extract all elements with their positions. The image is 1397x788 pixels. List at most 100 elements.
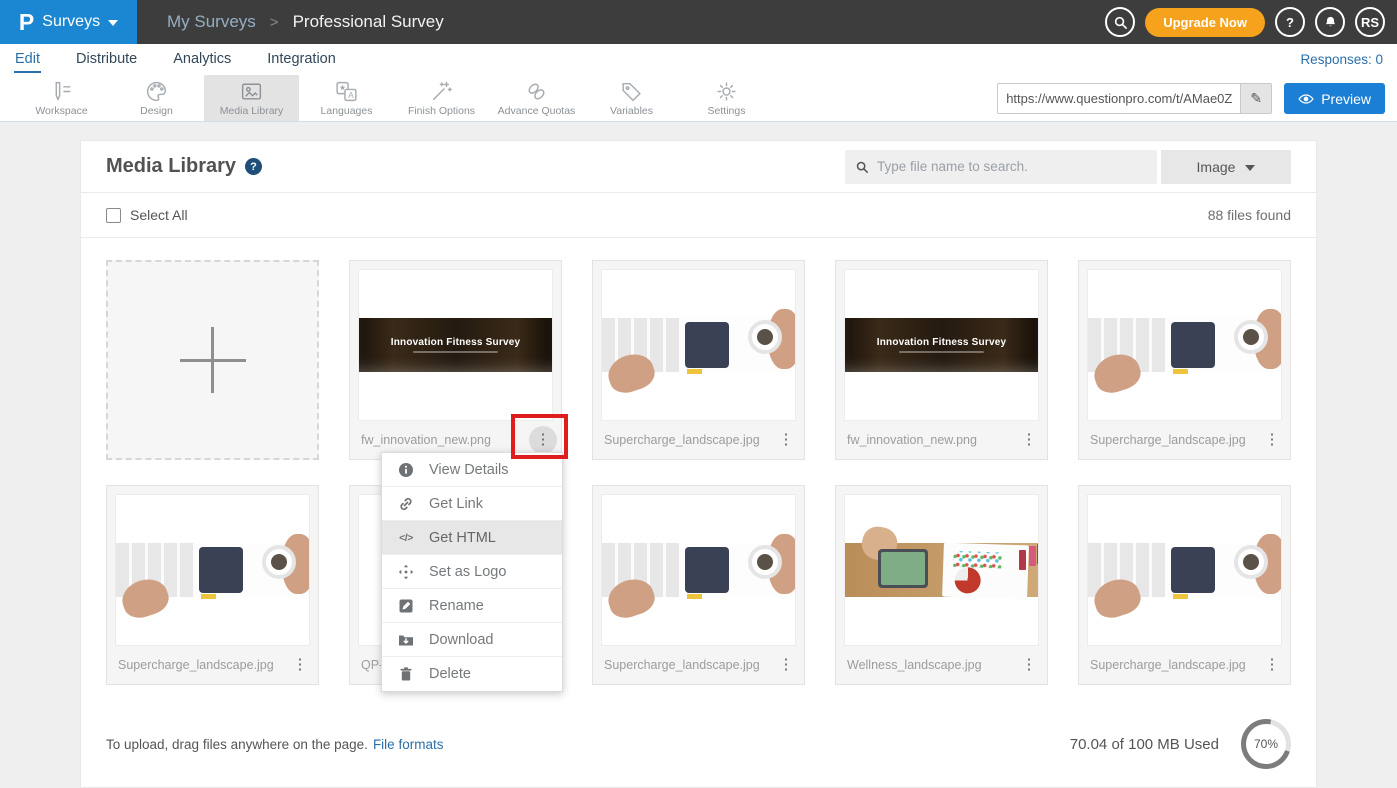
gear-icon bbox=[714, 79, 739, 104]
info-icon bbox=[397, 462, 415, 478]
surveys-app-menu[interactable]: P Surveys bbox=[0, 0, 137, 44]
avatar-initials: RS bbox=[1361, 15, 1379, 30]
upload-add-tile[interactable] bbox=[106, 260, 319, 460]
menu-item-rename[interactable]: Rename bbox=[382, 589, 562, 623]
menu-item-delete[interactable]: Delete bbox=[382, 657, 562, 691]
file-name: Supercharge_landscape.jpg bbox=[118, 658, 274, 672]
file-search-input[interactable] bbox=[877, 159, 1147, 174]
select-all-row: Select All 88 files found bbox=[81, 193, 1316, 238]
eye-icon bbox=[1298, 93, 1314, 105]
question-mark-icon: ? bbox=[1286, 15, 1294, 30]
tab-analytics[interactable]: Analytics bbox=[172, 46, 232, 73]
media-thumbnail[interactable] bbox=[115, 494, 310, 646]
card-footer: Supercharge_landscape.jpg ⋮ bbox=[593, 646, 804, 684]
toolbar-item-design[interactable]: Design bbox=[109, 75, 204, 121]
search-icon bbox=[1113, 15, 1128, 30]
storage-area: 70.04 of 100 MB Used 70% bbox=[1070, 719, 1291, 769]
toolbar-item-workspace[interactable]: Workspace bbox=[14, 75, 109, 121]
menu-item-get-link[interactable]: Get Link bbox=[382, 487, 562, 521]
media-library-panel: Media Library ? Image Select All 88 file… bbox=[80, 140, 1317, 788]
media-grid: Innovation Fitness Survey fw_innovation_… bbox=[81, 238, 1316, 685]
tab-edit[interactable]: Edit bbox=[14, 46, 41, 73]
media-card: Supercharge_landscape.jpg ⋮ bbox=[592, 485, 805, 685]
svg-text:A: A bbox=[348, 90, 354, 100]
media-thumbnail[interactable] bbox=[601, 494, 796, 646]
file-name: Supercharge_landscape.jpg bbox=[604, 433, 760, 447]
thumbnail-image bbox=[1088, 543, 1281, 597]
trash-icon bbox=[397, 666, 415, 682]
library-controls: Image bbox=[845, 150, 1291, 184]
media-thumbnail[interactable] bbox=[1087, 269, 1282, 421]
survey-url-input[interactable] bbox=[998, 84, 1240, 113]
tab-distribute[interactable]: Distribute bbox=[75, 46, 138, 73]
user-avatar[interactable]: RS bbox=[1355, 7, 1385, 37]
plus-icon bbox=[180, 327, 246, 393]
toolbar-item-finish-options[interactable]: Finish Options bbox=[394, 75, 489, 121]
file-name: Supercharge_landscape.jpg bbox=[604, 658, 760, 672]
kebab-menu-button[interactable]: ⋮ bbox=[286, 651, 314, 679]
card-footer: Supercharge_landscape.jpg ⋮ bbox=[1079, 421, 1290, 459]
menu-item-set-as-logo[interactable]: Set as Logo bbox=[382, 555, 562, 589]
app-menu-label: Surveys bbox=[42, 13, 100, 31]
media-thumbnail[interactable]: Innovation Fitness Survey bbox=[358, 269, 553, 421]
languages-icon: A bbox=[334, 79, 359, 104]
kebab-menu-button[interactable]: ⋮ bbox=[1015, 651, 1043, 679]
preview-button[interactable]: Preview bbox=[1284, 83, 1385, 114]
media-thumbnail[interactable]: Innovation Fitness Survey bbox=[844, 269, 1039, 421]
magic-wand-icon bbox=[429, 79, 454, 104]
menu-item-download[interactable]: Download bbox=[382, 623, 562, 657]
media-card: Supercharge_landscape.jpg ⋮ bbox=[106, 485, 319, 685]
thumbnail-image bbox=[845, 543, 1038, 597]
kebab-menu-button[interactable]: ⋮ bbox=[1015, 426, 1043, 454]
select-all-label: Select All bbox=[130, 207, 188, 223]
edit-url-button[interactable]: ✎ bbox=[1240, 84, 1271, 113]
file-name: Supercharge_landscape.jpg bbox=[1090, 433, 1246, 447]
kebab-menu-button[interactable]: ⋮ bbox=[772, 651, 800, 679]
responses-count[interactable]: Responses: 0 bbox=[1300, 52, 1383, 67]
toolbar-item-variables[interactable]: Variables bbox=[584, 75, 679, 121]
media-card: Supercharge_landscape.jpg ⋮ bbox=[592, 260, 805, 460]
toolbar-item-media-library[interactable]: Media Library bbox=[204, 75, 299, 121]
media-thumbnail[interactable] bbox=[844, 494, 1039, 646]
media-card: Supercharge_landscape.jpg ⋮ bbox=[1078, 485, 1291, 685]
kebab-menu-button[interactable]: ⋮ bbox=[1258, 651, 1286, 679]
kebab-menu-button[interactable]: ⋮ bbox=[1258, 426, 1286, 454]
kebab-menu-button[interactable]: ⋮ bbox=[772, 426, 800, 454]
select-all-checkbox[interactable] bbox=[106, 208, 121, 223]
chain-link-icon bbox=[524, 79, 549, 104]
card-footer: Supercharge_landscape.jpg ⋮ bbox=[1079, 646, 1290, 684]
media-thumbnail[interactable] bbox=[1087, 494, 1282, 646]
file-formats-link[interactable]: File formats bbox=[373, 737, 444, 752]
file-type-dropdown[interactable]: Image bbox=[1161, 150, 1291, 184]
breadcrumb-my-surveys[interactable]: My Surveys bbox=[167, 12, 256, 32]
survey-url-group: ✎ bbox=[997, 83, 1272, 114]
storage-used-text: 70.04 of 100 MB Used bbox=[1070, 736, 1219, 753]
chevron-down-icon bbox=[108, 20, 118, 26]
tab-integration[interactable]: Integration bbox=[266, 46, 337, 73]
thumbnail-image bbox=[116, 543, 309, 597]
toolbar-item-settings[interactable]: Settings bbox=[679, 75, 774, 121]
help-button[interactable]: ? bbox=[1275, 7, 1305, 37]
menu-item-get-html[interactable]: </> Get HTML bbox=[382, 521, 562, 555]
kebab-menu-button[interactable]: ⋮ bbox=[529, 426, 557, 454]
page-title: Media Library bbox=[106, 155, 236, 178]
upgrade-now-button[interactable]: Upgrade Now bbox=[1145, 8, 1265, 37]
menu-item-view-details[interactable]: View Details bbox=[382, 453, 562, 487]
toolbar-item-advance-quotas[interactable]: Advance Quotas bbox=[489, 75, 584, 121]
search-button[interactable] bbox=[1105, 7, 1135, 37]
media-card: Supercharge_landscape.jpg ⋮ bbox=[1078, 260, 1291, 460]
file-name: fw_innovation_new.png bbox=[847, 433, 977, 447]
media-thumbnail[interactable] bbox=[601, 269, 796, 421]
pencil-icon: ✎ bbox=[1250, 90, 1262, 106]
section-tabs: Edit Distribute Analytics Integration bbox=[14, 46, 337, 73]
file-type-value: Image bbox=[1197, 159, 1236, 175]
help-badge-icon[interactable]: ? bbox=[245, 158, 262, 175]
toolbar-item-languages[interactable]: A Languages bbox=[299, 75, 394, 121]
notifications-button[interactable] bbox=[1315, 7, 1345, 37]
breadcrumb-current-survey: Professional Survey bbox=[293, 12, 444, 32]
tag-icon bbox=[619, 79, 644, 104]
topbar-actions: Upgrade Now ? RS bbox=[1105, 7, 1397, 37]
thumbnail-image: Innovation Fitness Survey bbox=[359, 318, 552, 372]
file-search-box bbox=[845, 150, 1157, 184]
card-footer: fw_innovation_new.png ⋮ bbox=[836, 421, 1047, 459]
